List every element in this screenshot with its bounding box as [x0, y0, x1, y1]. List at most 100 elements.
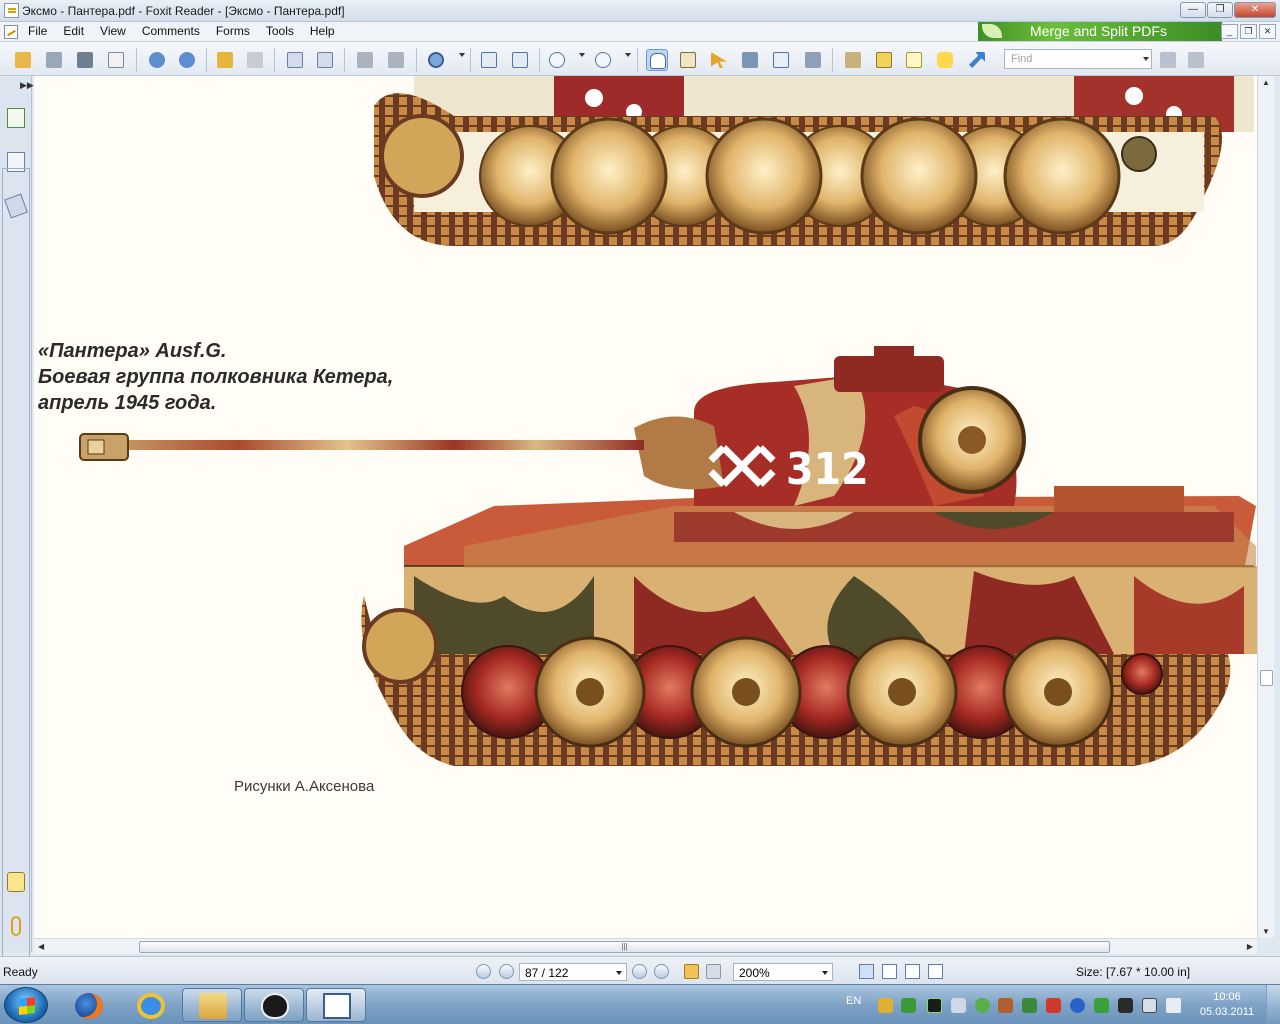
menu-forms[interactable]: Forms: [216, 24, 250, 38]
zoom-out-dropdown[interactable]: [579, 53, 585, 57]
hand-tool-button[interactable]: [646, 49, 668, 71]
tray-razer-icon[interactable]: [927, 998, 942, 1013]
document-view[interactable]: 312 «Пантера» Ausf.G. Боевая группа полк…: [34, 76, 1257, 938]
vertical-scrollbar[interactable]: ▲ ▼: [1257, 76, 1274, 938]
language-indicator[interactable]: EN: [846, 995, 861, 1007]
next-view-button[interactable]: [706, 964, 721, 979]
menu-help[interactable]: Help: [310, 24, 335, 38]
start-button[interactable]: [4, 987, 48, 1023]
foxit-app-icon[interactable]: [4, 3, 19, 18]
alien-app-taskbar-button[interactable]: [244, 988, 304, 1022]
doc-close-button[interactable]: ✕: [1259, 24, 1276, 39]
fit-page-button[interactable]: [478, 49, 500, 71]
tray-media-icon[interactable]: [901, 998, 916, 1013]
continuous-facing-layout-icon[interactable]: [928, 964, 943, 979]
horizontal-scrollbar[interactable]: ◀ ||| ▶: [34, 938, 1257, 954]
tray-update-icon[interactable]: [1070, 998, 1085, 1013]
tray-antivirus-icon[interactable]: [1094, 998, 1109, 1013]
zoom-level-field[interactable]: 200%: [733, 963, 833, 981]
menu-edit[interactable]: Edit: [63, 24, 84, 38]
zoom-tool-dropdown[interactable]: [459, 53, 465, 57]
insert-pages-button[interactable]: [314, 49, 336, 71]
scroll-down-arrow[interactable]: ▼: [1262, 927, 1270, 936]
select-text-button[interactable]: [677, 49, 699, 71]
fit-width-button[interactable]: [509, 49, 531, 71]
facing-layout-icon[interactable]: [905, 964, 920, 979]
menu-tools[interactable]: Tools: [266, 24, 294, 38]
tray-display-icon[interactable]: [1142, 998, 1157, 1013]
menu-file[interactable]: File: [28, 24, 47, 38]
zoom-in-dropdown[interactable]: [625, 53, 631, 57]
tray-document-icon[interactable]: [951, 998, 966, 1013]
extract-pages-button[interactable]: [284, 49, 306, 71]
find-previous-button[interactable]: [1157, 49, 1179, 71]
expand-panel-button[interactable]: ▶▶: [20, 80, 34, 91]
first-page-button[interactable]: [476, 964, 491, 979]
minimize-button[interactable]: —: [1180, 2, 1206, 18]
previous-view-button[interactable]: [684, 964, 699, 979]
zoom-tool-button[interactable]: [425, 49, 447, 71]
comments-panel-icon[interactable]: [7, 872, 25, 892]
email-button[interactable]: [105, 49, 127, 71]
find-input[interactable]: Find: [1004, 49, 1152, 69]
horizontal-scroll-thumb[interactable]: |||: [139, 941, 1110, 953]
layers-icon[interactable]: [4, 193, 28, 219]
print-button[interactable]: [74, 49, 96, 71]
maximize-button[interactable]: ❐: [1207, 2, 1233, 18]
text-tool-button[interactable]: [903, 49, 925, 71]
continuous-layout-icon[interactable]: [882, 964, 897, 979]
pencil-button[interactable]: [873, 49, 895, 71]
single-page-layout-icon[interactable]: [859, 964, 874, 979]
back-button[interactable]: [214, 49, 236, 71]
last-page-button[interactable]: [654, 964, 669, 979]
forward-button[interactable]: [244, 49, 266, 71]
next-page-button[interactable]: [176, 49, 198, 71]
snapshot-button[interactable]: [802, 49, 824, 71]
tray-speaker-icon[interactable]: [998, 998, 1013, 1013]
scroll-up-arrow[interactable]: ▲: [1262, 78, 1270, 87]
page-dropdown[interactable]: [616, 971, 622, 975]
undo-button[interactable]: [354, 49, 376, 71]
paperclip-icon[interactable]: [11, 916, 21, 936]
scroll-right-arrow[interactable]: ▶: [1247, 942, 1253, 951]
open-button[interactable]: [12, 49, 34, 71]
menu-comments[interactable]: Comments: [142, 24, 200, 38]
tray-shield-icon[interactable]: [1118, 998, 1133, 1013]
page-number-field[interactable]: 87 / 122: [519, 963, 627, 981]
next-page-status-button[interactable]: [632, 964, 647, 979]
save-button[interactable]: [43, 49, 65, 71]
system-clock[interactable]: 10:06 05.03.2011: [1196, 990, 1258, 1020]
close-button[interactable]: ✕: [1234, 2, 1276, 18]
attach-file-button[interactable]: [842, 49, 864, 71]
arrow-tool-button[interactable]: [966, 49, 988, 71]
ie-taskbar-button[interactable]: [120, 988, 180, 1022]
select-annotation-button[interactable]: [708, 49, 730, 71]
scroll-left-arrow[interactable]: ◀: [38, 942, 44, 951]
zoom-dropdown[interactable]: [822, 971, 828, 975]
prev-page-button[interactable]: [499, 964, 514, 979]
find-dropdown[interactable]: [1143, 57, 1149, 61]
show-desktop-button[interactable]: [1266, 985, 1280, 1024]
bookmarks-icon[interactable]: [7, 108, 25, 128]
doc-restore-button[interactable]: ❐: [1240, 24, 1257, 39]
pages-panel-icon[interactable]: [7, 152, 25, 172]
redo-button[interactable]: [385, 49, 407, 71]
document-icon[interactable]: [4, 25, 18, 39]
zoom-out-button[interactable]: [546, 49, 568, 71]
typewriter-button[interactable]: [770, 49, 792, 71]
tray-security-icon[interactable]: [1046, 998, 1061, 1013]
foxit-taskbar-button[interactable]: [306, 988, 366, 1022]
tray-network-icon[interactable]: [975, 998, 990, 1013]
menu-view[interactable]: View: [100, 24, 126, 38]
tray-app-icon[interactable]: [878, 998, 893, 1013]
doc-minimize-button[interactable]: _: [1221, 24, 1238, 39]
search-button[interactable]: [739, 49, 761, 71]
zoom-in-button[interactable]: [592, 49, 614, 71]
vertical-scroll-thumb[interactable]: [1260, 670, 1273, 686]
find-next-button[interactable]: [1185, 49, 1207, 71]
previous-page-button[interactable]: [146, 49, 168, 71]
firefox-taskbar-button[interactable]: [58, 988, 118, 1022]
explorer-taskbar-button[interactable]: [182, 988, 242, 1022]
note-button[interactable]: [934, 49, 956, 71]
merge-split-banner[interactable]: Merge and Split PDFs: [978, 22, 1222, 41]
